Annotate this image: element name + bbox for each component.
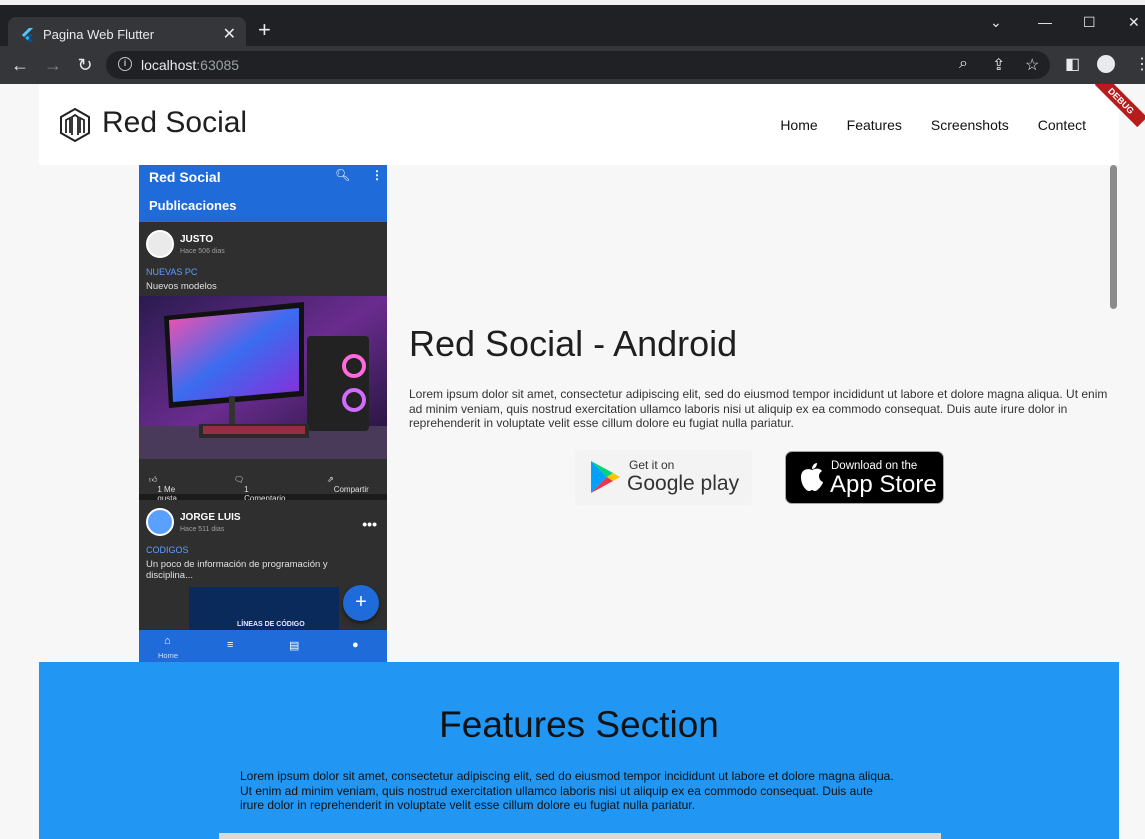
site-info-icon[interactable]: i — [118, 57, 132, 71]
post-card: JUSTO Hace 506 dias NUEVAS PC Nuevos mod… — [139, 222, 387, 503]
tab-title: Pagina Web Flutter — [43, 27, 155, 42]
maximize-icon[interactable]: ☐ — [1083, 14, 1096, 31]
features-title: Features Section — [439, 704, 719, 745]
address-bar[interactable]: i localhost:63085 ⌕ ⇪ ☆ — [106, 51, 1050, 79]
zoom-icon[interactable]: ⌕ — [959, 55, 968, 73]
share-button[interactable]: ⇗ Compartir — [327, 475, 369, 494]
nav-link-contect[interactable]: Contect — [1038, 117, 1086, 133]
browser-toolbar: ← → ↻ i localhost:63085 ⌕ ⇪ ☆ ◧ ⋮ — [0, 46, 1145, 84]
features-card — [219, 833, 941, 839]
browser-tab-bar: Pagina Web Flutter ✕ + ⌄ — ☐ ✕ — [0, 0, 1145, 51]
phone-screenshot: Red Social 🔍︎ ⋮ Publicaciones JUSTO Hace… — [139, 165, 387, 662]
post-date: Hace 506 dias — [180, 248, 225, 255]
hero-title: Red Social - Android — [409, 323, 738, 364]
post-date: Hace 511 dias — [180, 526, 225, 533]
menu-kebab-icon[interactable]: ⋮ — [1134, 54, 1145, 74]
google-play-icon — [591, 461, 620, 493]
post-user: JORGE LUIS — [180, 512, 241, 523]
features-text: Lorem ipsum dolor sit amet, consectetur … — [240, 769, 894, 812]
post-text: Nuevos modelos — [146, 281, 217, 292]
tab-search-icon[interactable]: ⌄ — [990, 14, 1002, 31]
google-play-small: Get it on — [629, 458, 675, 472]
close-tab-icon[interactable]: ✕ — [223, 24, 236, 44]
web-page: Red Social Home Features Screenshots Con… — [0, 84, 1145, 839]
post-image: LÍNEAS DE CÓDIGO — [189, 587, 339, 632]
avatar — [146, 230, 174, 258]
bottom-nav: ⌂ Home ≡ ▤ ● — [139, 630, 387, 662]
app-more-icon: ⋮ — [371, 168, 383, 182]
features-section: Features Section Lorem ipsum dolor sit a… — [39, 662, 1119, 839]
post-image-caption: LÍNEAS DE CÓDIGO — [237, 621, 305, 628]
google-play-button[interactable]: Get it on Google play — [575, 450, 752, 505]
apple-icon — [801, 463, 823, 491]
hero-text: Lorem ipsum dolor sit amet, consectetur … — [409, 387, 1108, 430]
minimize-icon[interactable]: — — [1038, 14, 1052, 30]
nav-links: Home Features Screenshots Contect — [780, 117, 1086, 133]
post-actions: 👍︎ 1 Me gusta 🗨︎ 1 Comentario ⇗ Comparti… — [139, 465, 387, 503]
app-bar: Red Social 🔍︎ ⋮ Publicaciones — [139, 165, 387, 222]
bottom-nav-home-label: Home — [158, 651, 179, 660]
post-image — [139, 296, 387, 459]
window-close-icon[interactable]: ✕ — [1128, 14, 1140, 31]
reload-icon[interactable]: ↻ — [73, 53, 97, 77]
nav-link-home[interactable]: Home — [780, 117, 817, 133]
forward-icon[interactable]: → — [41, 53, 65, 77]
app-search-icon: 🔍︎ — [335, 168, 351, 182]
chat-icon[interactable]: ▤ — [289, 639, 299, 652]
post-options-icon[interactable]: ••• — [362, 516, 377, 532]
profile-avatar-icon[interactable] — [1097, 55, 1115, 73]
nav-link-screenshots[interactable]: Screenshots — [931, 117, 1009, 133]
like-button[interactable]: 👍︎ 1 Me gusta — [149, 475, 177, 503]
post-title: NUEVAS PC — [146, 267, 198, 277]
site-navbar: Red Social Home Features Screenshots Con… — [39, 84, 1119, 165]
brand-logo-icon — [60, 108, 90, 142]
app-subtitle: Publicaciones — [149, 198, 237, 213]
bookmark-star-icon[interactable]: ☆ — [1025, 55, 1039, 75]
post-user: JUSTO — [180, 234, 214, 245]
brand-name[interactable]: Red Social — [102, 106, 247, 140]
add-post-button[interactable]: + — [343, 585, 379, 621]
avatar — [146, 508, 174, 536]
post-text: Un poco de información de programación y… — [146, 559, 328, 581]
comment-button[interactable]: 🗨︎ 1 Comentario — [234, 475, 286, 503]
post-title: CODIGOS — [146, 545, 189, 555]
filter-icon[interactable]: ≡ — [227, 639, 233, 651]
app-store-big: App Store — [830, 471, 937, 498]
nav-link-features[interactable]: Features — [847, 117, 902, 133]
side-panel-icon[interactable]: ◧ — [1065, 54, 1080, 74]
profile-icon[interactable]: ● — [352, 639, 359, 651]
app-title: Red Social — [149, 169, 221, 185]
share-icon[interactable]: ⇪ — [992, 55, 1005, 75]
page-scrollbar[interactable] — [1110, 165, 1117, 309]
app-store-button[interactable]: Download on the App Store — [785, 451, 944, 504]
flutter-icon — [21, 27, 34, 42]
url-text: localhost:63085 — [141, 57, 240, 73]
back-icon[interactable]: ← — [8, 53, 32, 77]
new-tab-icon[interactable]: + — [258, 19, 271, 41]
home-icon[interactable]: ⌂ — [164, 635, 171, 647]
google-play-big: Google play — [627, 472, 740, 495]
